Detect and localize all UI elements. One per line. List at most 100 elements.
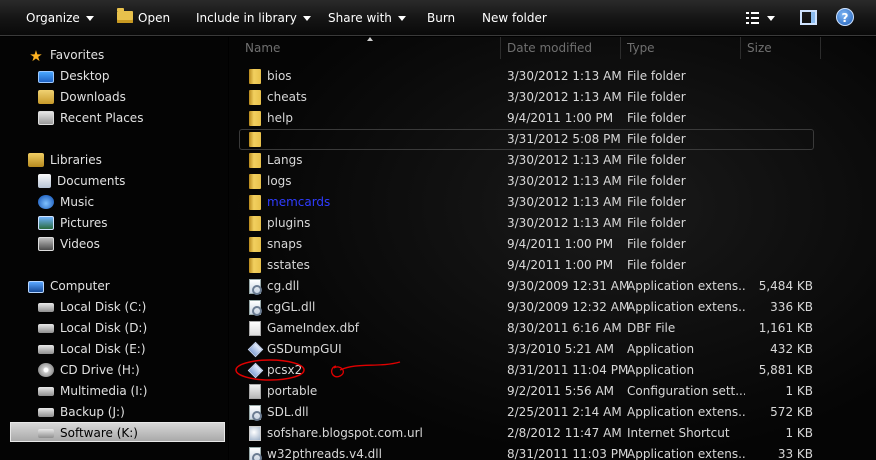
nav-desktop-label: Desktop bbox=[60, 69, 110, 83]
nav-recent-places[interactable]: Recent Places bbox=[38, 108, 143, 128]
file-name: Langs bbox=[267, 153, 303, 167]
file-type: Application extens... bbox=[627, 300, 745, 314]
folder-icon bbox=[249, 132, 261, 147]
nav-libraries[interactable]: Libraries bbox=[28, 150, 102, 170]
file-row[interactable]: SDL.dll 2/25/2011 2:14 AM Application exte… bbox=[229, 402, 876, 423]
file-type: Application extens... bbox=[627, 279, 745, 293]
file-row[interactable]: bios 3/30/2012 1:13 AM File folder bbox=[229, 66, 876, 87]
file-row[interactable]: w32pthreads.v4.dll 8/31/2011 11:03 PM Appl… bbox=[229, 444, 876, 460]
nav-drive-label: Software (K:) bbox=[60, 426, 138, 440]
file-row[interactable]: help 9/4/2011 1:00 PM File folder bbox=[229, 108, 876, 129]
share-with-menu[interactable]: Share with bbox=[328, 9, 406, 27]
nav-videos-label: Videos bbox=[60, 237, 100, 251]
column-header-size[interactable]: Size bbox=[741, 37, 821, 59]
open-label: Open bbox=[138, 11, 171, 25]
open-button[interactable]: Open bbox=[117, 8, 171, 27]
file-name: w32pthreads.v4.dll bbox=[267, 447, 382, 460]
nav-drive-k[interactable]: Software (K:) bbox=[10, 422, 225, 442]
file-type: Application bbox=[627, 363, 695, 377]
column-header-name[interactable]: Name bbox=[239, 37, 501, 59]
nav-drive-label: Local Disk (D:) bbox=[60, 321, 148, 335]
internet-shortcut-icon bbox=[249, 426, 261, 441]
organize-label: Organize bbox=[26, 11, 80, 25]
file-row[interactable]: cheats 3/30/2012 1:13 AM File folder bbox=[229, 87, 876, 108]
file-size: 572 KB bbox=[770, 405, 813, 419]
share-with-label: Share with bbox=[328, 11, 392, 25]
file-row[interactable]: GameIndex.dbf 8/30/2011 6:16 AM DBF File 1,… bbox=[229, 318, 876, 339]
file-name: sofshare.blogspot.com.url bbox=[267, 426, 423, 440]
nav-drive-j[interactable]: Backup (J:) bbox=[38, 402, 125, 422]
nav-music[interactable]: Music bbox=[38, 192, 94, 212]
change-view-icon[interactable] bbox=[746, 12, 759, 24]
nav-recent-places-label: Recent Places bbox=[60, 111, 144, 125]
nav-pictures-label: Pictures bbox=[60, 216, 108, 230]
nav-drive-label: Local Disk (C:) bbox=[60, 300, 147, 314]
nav-drive-c[interactable]: Local Disk (C:) bbox=[38, 297, 146, 317]
preview-pane-icon[interactable] bbox=[800, 10, 817, 25]
file-row[interactable]: GSDumpGUI 3/3/2010 5:21 AM Application 432 … bbox=[229, 339, 876, 360]
document-file-icon bbox=[249, 321, 261, 336]
help-icon[interactable]: ? bbox=[836, 8, 854, 26]
command-bar: Organize Open Include in library Share w… bbox=[0, 0, 876, 36]
file-type: Application bbox=[627, 342, 695, 356]
burn-button[interactable]: Burn bbox=[427, 9, 455, 27]
organize-menu[interactable]: Organize bbox=[26, 9, 94, 27]
nav-documents[interactable]: Documents bbox=[38, 171, 125, 191]
hard-disk-icon bbox=[38, 429, 54, 438]
folder-icon bbox=[249, 153, 261, 168]
include-in-library-label: Include in library bbox=[196, 11, 297, 25]
file-row[interactable]: cg.dll 9/30/2009 12:31 AM Application exte… bbox=[229, 276, 876, 297]
file-type: File folder bbox=[627, 174, 686, 188]
downloads-icon bbox=[38, 90, 54, 104]
file-row[interactable]: logs 3/30/2012 1:13 AM File folder bbox=[229, 171, 876, 192]
file-row-focused[interactable]: 3/31/2012 5:08 PM File folder bbox=[229, 129, 876, 150]
file-date: 8/31/2011 11:04 PM bbox=[507, 363, 629, 377]
file-row[interactable]: portable 9/2/2011 5:56 AM Configuration se… bbox=[229, 381, 876, 402]
nav-downloads[interactable]: Downloads bbox=[38, 87, 126, 107]
file-row[interactable]: pcsx2 8/31/2011 11:04 PM Application 5,881 … bbox=[229, 360, 876, 381]
nav-drive-d[interactable]: Local Disk (D:) bbox=[38, 318, 147, 338]
file-date: 9/4/2011 1:00 PM bbox=[507, 111, 614, 125]
dll-file-icon bbox=[249, 300, 262, 316]
file-date: 8/30/2011 6:16 AM bbox=[507, 321, 622, 335]
column-header-date-modified[interactable]: Date modified bbox=[501, 37, 621, 59]
nav-drive-i[interactable]: Multimedia (I:) bbox=[38, 381, 147, 401]
column-header-type[interactable]: Type bbox=[621, 37, 741, 59]
hard-disk-icon bbox=[38, 345, 54, 354]
nav-drive-e[interactable]: Local Disk (E:) bbox=[38, 339, 146, 359]
nav-documents-label: Documents bbox=[57, 174, 126, 188]
file-date: 2/8/2012 11:47 AM bbox=[507, 426, 622, 440]
file-row[interactable]: Langs 3/30/2012 1:13 AM File folder bbox=[229, 150, 876, 171]
nav-computer[interactable]: Computer bbox=[28, 276, 110, 296]
folder-icon bbox=[249, 237, 261, 252]
folder-icon bbox=[249, 111, 261, 126]
file-row[interactable]: plugins 3/30/2012 1:13 AM File folder bbox=[229, 213, 876, 234]
nav-drive-h[interactable]: CD Drive (H:) bbox=[38, 360, 140, 380]
dll-file-icon bbox=[249, 279, 262, 295]
file-size bbox=[741, 66, 813, 87]
file-size: 336 KB bbox=[770, 300, 813, 314]
file-row[interactable]: cgGL.dll 9/30/2009 12:32 AM Application ex… bbox=[229, 297, 876, 318]
nav-drive-label: Multimedia (I:) bbox=[60, 384, 148, 398]
nav-pictures[interactable]: Pictures bbox=[38, 213, 108, 233]
view-options-chevron-icon[interactable] bbox=[767, 16, 775, 21]
file-type: Internet Shortcut bbox=[627, 426, 730, 440]
nav-favorites[interactable]: ★ Favorites bbox=[28, 45, 104, 65]
new-folder-button[interactable]: New folder bbox=[482, 9, 547, 27]
file-type: Application extens... bbox=[627, 447, 745, 460]
file-date: 2/25/2011 2:14 AM bbox=[507, 405, 622, 419]
burn-label: Burn bbox=[427, 11, 456, 25]
nav-videos[interactable]: Videos bbox=[38, 234, 100, 254]
file-name: GameIndex.dbf bbox=[267, 321, 360, 335]
file-row[interactable]: snaps 9/4/2011 1:00 PM File folder bbox=[229, 234, 876, 255]
libraries-icon bbox=[28, 153, 44, 167]
file-row[interactable]: sstates 9/4/2011 1:00 PM File folder bbox=[229, 255, 876, 276]
file-size bbox=[741, 87, 813, 108]
include-in-library-menu[interactable]: Include in library bbox=[196, 9, 311, 27]
file-row[interactable]: sofshare.blogspot.com.url 2/8/2012 11:47 … bbox=[229, 423, 876, 444]
nav-desktop[interactable]: Desktop bbox=[38, 66, 110, 86]
cd-drive-icon bbox=[38, 363, 54, 377]
file-row[interactable]: memcards 3/30/2012 1:13 AM File folder bbox=[229, 192, 876, 213]
file-type: File folder bbox=[627, 258, 686, 272]
file-name: memcards bbox=[267, 195, 331, 209]
